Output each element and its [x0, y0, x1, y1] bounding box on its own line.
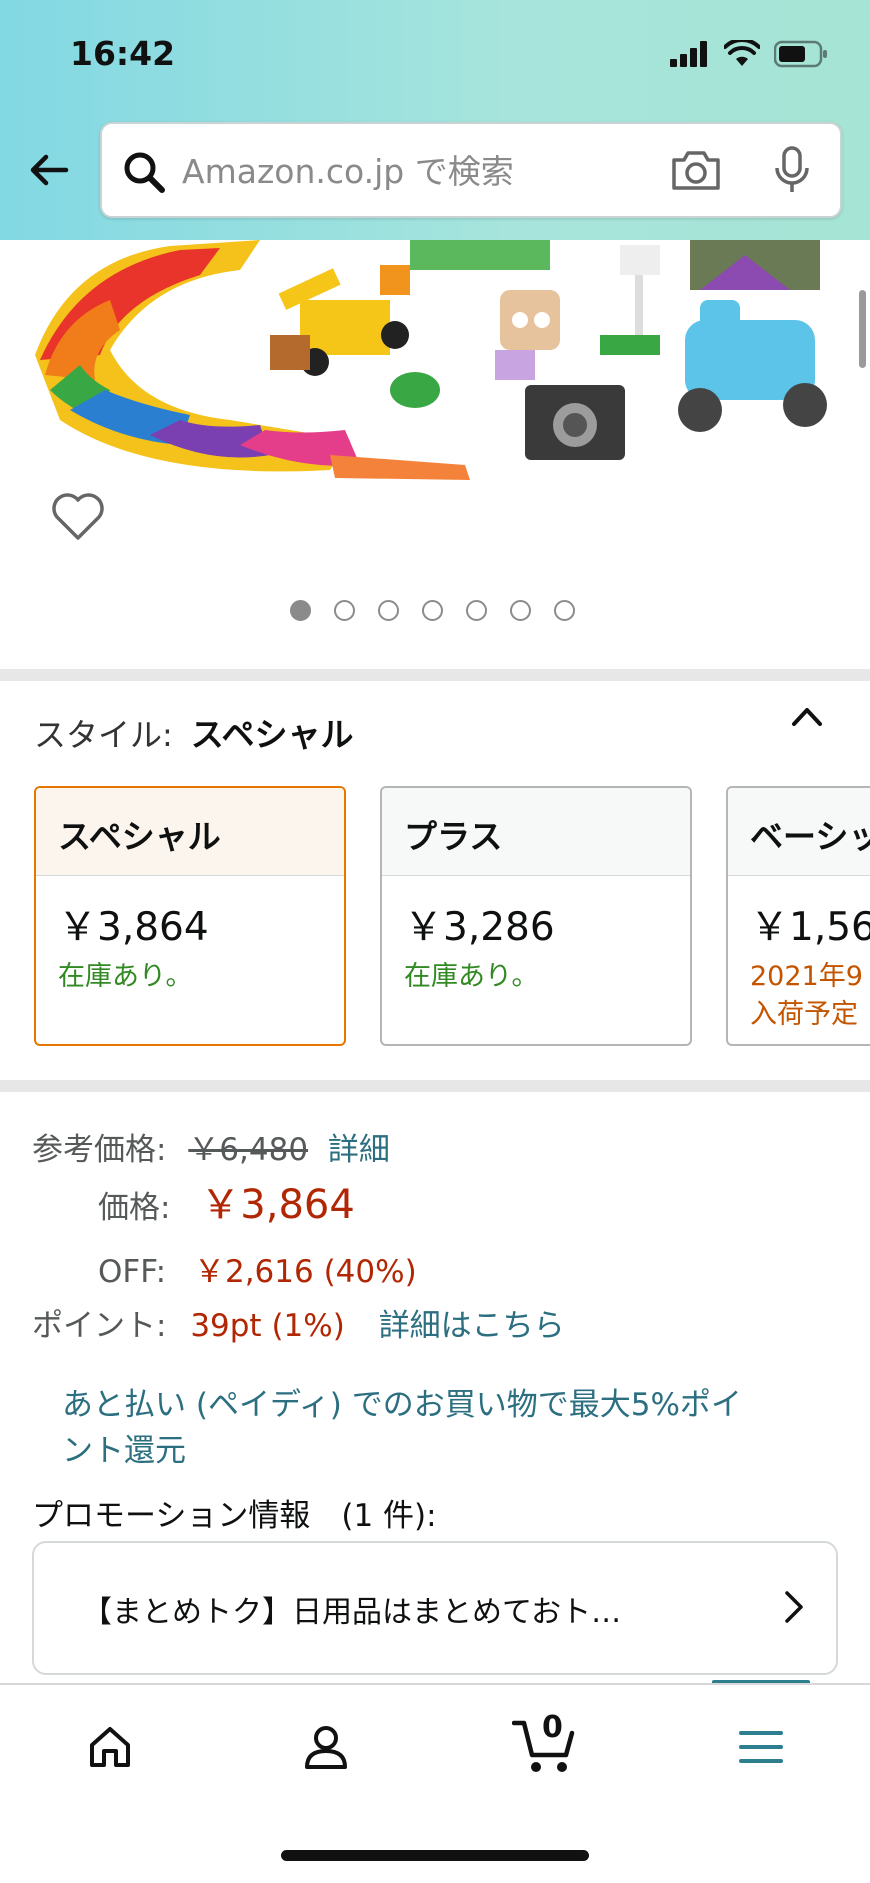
style-option-card[interactable]: ベーシッ ￥1,56 2021年9 入荷予定: [726, 786, 870, 1046]
battery-icon: [774, 40, 827, 68]
reference-price-row: 参考価格: ￥6,480 詳細: [32, 1124, 390, 1169]
style-selector-heading[interactable]: スタイル: スペシャル: [34, 708, 354, 756]
paidy-line: ント還元: [62, 1433, 186, 1469]
pagination-dot[interactable]: [422, 600, 443, 621]
wifi-icon: [724, 40, 760, 66]
search-icon: [124, 152, 165, 193]
style-label: スタイル:: [34, 716, 173, 754]
style-option-price: ￥3,286: [404, 905, 555, 950]
product-image[interactable]: [0, 240, 870, 480]
off-value: ￥2,616 (40%): [193, 1254, 417, 1290]
style-option-title: プラス: [382, 788, 690, 876]
paidy-line: あと払い (ペイディ) でのお買い物で最大5%ポイ: [62, 1387, 742, 1423]
chevron-up-icon[interactable]: [790, 704, 824, 728]
menu-icon[interactable]: [738, 1729, 784, 1765]
status-time: 16:42: [70, 34, 176, 73]
points-detail-link[interactable]: 詳細はこちら: [379, 1308, 565, 1344]
search-bar[interactable]: [100, 122, 842, 218]
header: 16:42: [0, 0, 870, 240]
pagination-dot[interactable]: [334, 600, 355, 621]
promotion-item[interactable]: 【まとめトク】日用品はまとめておト…: [32, 1541, 838, 1675]
section-divider: [0, 1080, 870, 1092]
style-option-price: ￥3,864: [58, 905, 209, 950]
style-option-stock-note: 入荷予定: [750, 999, 858, 1030]
promo-heading: プロモーション情報 (1 件):: [32, 1498, 437, 1534]
reference-price: ￥6,480: [188, 1132, 309, 1168]
pagination-dot[interactable]: [554, 600, 575, 621]
style-selected: スペシャル: [190, 715, 354, 754]
home-indicator: [281, 1850, 589, 1861]
scroll-indicator: [859, 290, 866, 368]
wishlist-heart-icon[interactable]: [50, 490, 106, 542]
status-icons: [670, 40, 828, 68]
price-row: 価格: ￥3,864: [98, 1172, 355, 1230]
off-row: OFF: ￥2,616 (40%): [98, 1246, 417, 1291]
price-label: 価格:: [98, 1190, 171, 1226]
style-option-title: スペシャル: [36, 788, 344, 876]
back-arrow-icon[interactable]: [26, 146, 74, 194]
promotion-text: 【まとめトク】日用品はまとめておト…: [82, 1595, 622, 1630]
style-option-card[interactable]: スペシャル ￥3,864 在庫あり。: [34, 786, 346, 1046]
home-icon[interactable]: [86, 1723, 134, 1771]
style-option-stock: 2021年9: [750, 961, 863, 992]
points-row: ポイント: 39pt (1%) 詳細はこちら: [32, 1300, 565, 1345]
reference-price-label: 参考価格:: [32, 1132, 167, 1168]
paidy-promo-link[interactable]: あと払い (ペイディ) でのお買い物で最大5%ポイ ント還元: [62, 1382, 742, 1474]
camera-icon[interactable]: [670, 148, 722, 192]
cart-count-badge: 0: [542, 1710, 563, 1745]
off-label: OFF:: [98, 1254, 167, 1290]
style-option-title: ベーシッ: [728, 788, 870, 876]
style-option-stock: 在庫あり。: [404, 961, 539, 992]
microphone-icon[interactable]: [772, 146, 812, 196]
style-option-stock: 在庫あり。: [58, 961, 193, 992]
gallery-pagination[interactable]: [290, 600, 575, 621]
pagination-dot[interactable]: [510, 600, 531, 621]
points-label: ポイント:: [32, 1308, 167, 1344]
style-option-card[interactable]: プラス ￥3,286 在庫あり。: [380, 786, 692, 1046]
section-divider: [0, 669, 870, 681]
style-option-price: ￥1,56: [750, 905, 870, 950]
signal-icon: [670, 41, 707, 67]
search-input[interactable]: [182, 144, 642, 198]
reference-price-detail-link[interactable]: 詳細: [328, 1132, 390, 1168]
account-icon[interactable]: [302, 1723, 350, 1771]
points-value: 39pt (1%): [190, 1308, 345, 1344]
pagination-dot[interactable]: [290, 600, 311, 621]
pagination-dot[interactable]: [378, 600, 399, 621]
chevron-right-icon: [785, 1591, 803, 1623]
price-value: ￥3,864: [200, 1182, 355, 1228]
pagination-dot[interactable]: [466, 600, 487, 621]
